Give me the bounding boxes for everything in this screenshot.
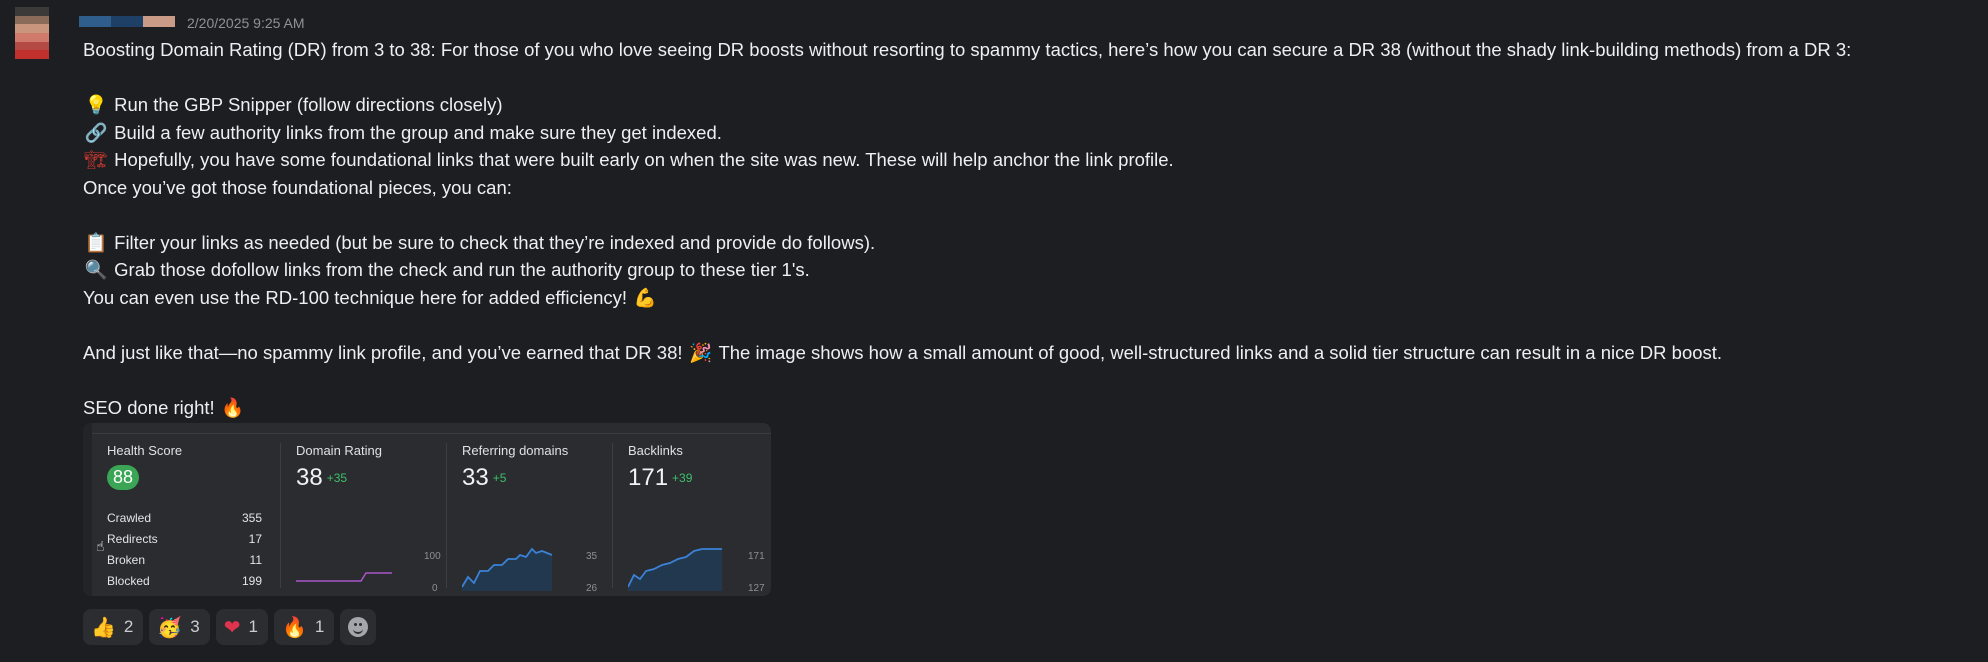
bl-axis-top: 171 xyxy=(748,551,765,562)
rd-axis-top: 35 xyxy=(586,551,598,562)
avatar[interactable] xyxy=(15,7,49,60)
party-popper-icon: 🎉 xyxy=(689,342,713,364)
backlinks-value: 171 xyxy=(628,464,669,491)
party-face-icon: 🥳 xyxy=(157,615,183,639)
step-3: 🏗 Hopefully, you have some foundational … xyxy=(83,146,1963,174)
step-2: 🔗 Build a few authority links from the g… xyxy=(83,119,1963,147)
backlinks-title: Backlinks xyxy=(628,443,683,458)
flexed-biceps-icon: 💪 xyxy=(633,287,657,309)
step-4: 📋 Filter your links as needed (but be su… xyxy=(83,229,1963,257)
domain-rating-value: 38 xyxy=(296,464,323,491)
fire-icon: 🔥 xyxy=(221,397,245,419)
reaction-bar: 👍 2 🥳 3 ❤ 1 🔥 1 xyxy=(83,609,382,645)
reaction-thumbs-up[interactable]: 👍 2 xyxy=(83,609,144,645)
health-score-badge: 88 xyxy=(107,465,140,490)
lightbulb-icon: 💡 xyxy=(84,95,108,116)
reaction-party-face[interactable]: 🥳 3 xyxy=(149,609,210,645)
stat-crawled: Crawled 355 xyxy=(107,511,262,525)
intro-text: Boosting Domain Rating (DR) from 3 to 38… xyxy=(83,39,1852,60)
magnifier-icon: 🔍 xyxy=(84,260,108,281)
stat-blocked: Blocked 199 xyxy=(107,574,262,588)
referring-domains-title: Referring domains xyxy=(462,443,569,458)
referring-domains-panel: Referring domains 33 +5 35 26 xyxy=(462,443,612,594)
domain-rating-title: Domain Rating xyxy=(296,443,382,458)
link-icon: 🔗 xyxy=(84,122,108,144)
dr-axis-top: 100 xyxy=(424,551,441,562)
domain-rating-panel: Domain Rating 38 +35 100 0 xyxy=(296,443,446,594)
referring-domains-sparkline xyxy=(462,547,553,591)
domain-rating-delta: +35 xyxy=(326,471,348,485)
message-timestamp: 2/20/2025 9:25 AM xyxy=(187,15,305,31)
stat-redirects: Redirects 17 xyxy=(107,532,262,546)
reaction-heart[interactable]: ❤ 1 xyxy=(215,609,268,645)
result-text: And just like that—no spammy link profil… xyxy=(83,339,1963,367)
clipboard-icon: 📋 xyxy=(84,232,108,254)
backlinks-delta: +39 xyxy=(672,471,693,485)
message-content: Boosting Domain Rating (DR) from 3 to 38… xyxy=(83,36,1963,421)
attached-image[interactable]: Health Score 88 Crawled 355 Redirects 17 B… xyxy=(83,423,771,596)
add-reaction-button[interactable] xyxy=(340,609,377,645)
step-5: 🔍 Grab those dofollow links from the che… xyxy=(83,256,1963,284)
closing-text: SEO done right! 🔥 xyxy=(83,394,1963,422)
health-score-panel: Health Score 88 Crawled 355 Redirects 17 B… xyxy=(107,443,267,593)
mouse-cursor-icon: ☝ xyxy=(96,538,105,554)
username-redacted[interactable] xyxy=(79,16,175,27)
fire-icon: 🔥 xyxy=(281,615,307,639)
rd-axis-bottom: 26 xyxy=(586,583,598,594)
thumbs-up-icon: 👍 xyxy=(91,615,116,639)
domain-rating-sparkline xyxy=(296,572,392,582)
referring-domains-value: 33 xyxy=(462,464,489,491)
smile-icon xyxy=(348,617,369,637)
bl-axis-bottom: 127 xyxy=(748,583,765,594)
dr-axis-bottom: 0 xyxy=(432,583,438,594)
heart-icon: ❤ xyxy=(223,615,241,639)
health-score-title: Health Score xyxy=(107,443,183,458)
step-1: 💡 Run the GBP Snipper (follow directions… xyxy=(83,91,1963,119)
backlinks-panel: Backlinks 171 +39 171 127 xyxy=(628,443,768,594)
stat-broken: Broken 11 xyxy=(107,553,262,567)
backlinks-sparkline xyxy=(628,548,722,591)
transition-text: Once you’ve got those foundational piece… xyxy=(83,176,512,198)
construction-crane-icon: 🏗 xyxy=(84,150,108,171)
reaction-fire[interactable]: 🔥 1 xyxy=(273,609,335,645)
referring-domains-delta: +5 xyxy=(492,471,507,485)
rd100-text: You can even use the RD-100 technique he… xyxy=(83,284,1963,312)
